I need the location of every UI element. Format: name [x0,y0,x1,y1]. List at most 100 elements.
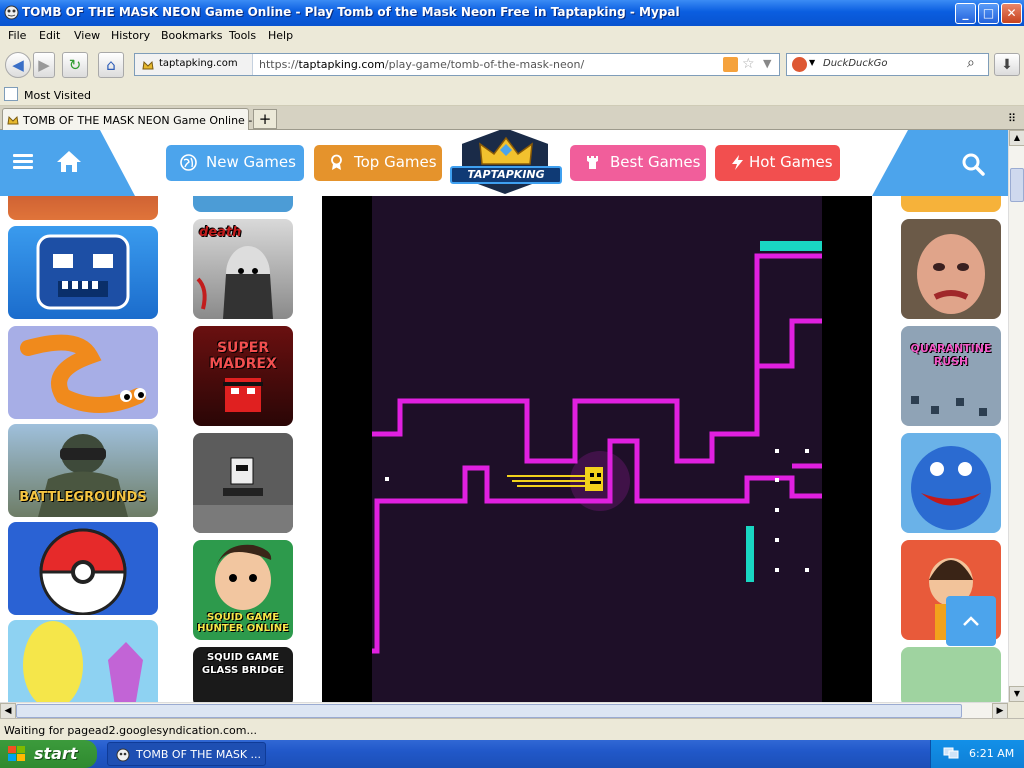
game-thumb-temple-run[interactable] [8,226,158,319]
logo-text: TAPTAPKING [450,166,562,184]
game-thumb-robot-block[interactable] [193,433,293,533]
status-bar: Waiting for pagead2.googlesyndication.co… [0,718,1024,740]
system-tray: 6:21 AM [930,740,1024,768]
game-thumb-right-5[interactable] [901,647,1001,702]
menu-help[interactable]: Help [268,29,293,42]
tower-icon [587,156,598,169]
pokeball-art [39,528,127,615]
horizontal-scroll-thumb[interactable] [16,704,962,718]
scroll-left-icon[interactable]: ◀ [0,703,16,719]
url-dropdown-icon[interactable]: ▼ [763,57,771,70]
forward-button[interactable]: ▶ [33,52,55,78]
game-thumb-pokeball[interactable] [8,522,158,615]
downloads-button[interactable]: ⬇ [994,53,1020,76]
game-thumb-scary-face[interactable] [901,219,1001,319]
header-right-wing [872,130,1008,196]
reload-icon: ↻ [68,56,82,74]
status-text: Waiting for pagead2.googlesyndication.co… [4,724,257,737]
mypal-app-icon [4,5,19,20]
bookmark-most-visited[interactable]: Most Visited [24,89,91,102]
tomb-maze-art [372,241,822,654]
game-thumb-snake[interactable] [8,326,158,419]
chevron-up-icon [963,616,979,626]
game-thumb-left-0[interactable] [8,196,158,220]
best-games-button[interactable]: Best Games [570,145,706,181]
back-button[interactable]: ◀ [5,52,31,78]
clock[interactable]: 6:21 AM [969,747,1014,760]
game-thumb-super-madrex[interactable]: SUPER MADREX [193,326,293,426]
title-bar: TOMB OF THE MASK NEON Game Online - Play… [0,0,1024,26]
robot-block-art [193,457,293,533]
tab-favicon-icon [7,115,19,125]
hot-games-button[interactable]: Hot Games [715,145,840,181]
taskbar-item-browser[interactable]: TOMB OF THE MASK ... [107,742,266,766]
game-frame[interactable] [322,196,872,702]
home-icon[interactable] [56,149,82,173]
vertical-scrollbar[interactable]: ▲ ▼ [1008,130,1024,702]
start-button[interactable]: start [0,740,97,768]
engine-dropdown-icon[interactable]: ▼ [809,58,815,67]
scroll-down-icon[interactable]: ▼ [1009,686,1024,702]
vertical-scroll-thumb[interactable] [1010,168,1024,202]
thumb-title-battlegrounds: BATTLEGROUNDS [19,490,147,505]
close-button[interactable]: ✕ [1001,3,1022,24]
home-icon: ⌂ [106,56,116,74]
game-thumb-right-0[interactable] [901,196,1001,212]
url-text[interactable]: https://taptapking.com/play-game/tomb-of… [259,58,584,71]
browser-window: TOMB OF THE MASK NEON Game Online - Play… [0,0,1024,768]
taskbar-item-label: TOMB OF THE MASK ... [136,748,262,761]
site-header: New Games Top Games TAPTAPKING Best Game… [0,130,1008,196]
huggy-monster-art [911,446,991,530]
top-games-button[interactable]: Top Games [314,145,442,181]
tab-strip: TOMB OF THE MASK NEON Game Online - Pl..… [0,106,1024,130]
site-identity-button[interactable]: taptapking.com [135,54,253,75]
start-label: start [34,744,78,763]
game-thumb-mid-0[interactable] [193,196,293,212]
top-games-label: Top Games [354,153,437,171]
windows-flag-icon [8,746,25,761]
scroll-to-top-button[interactable] [946,596,996,646]
duckduckgo-engine-icon[interactable] [792,57,807,72]
game-thumb-squid-game-glass[interactable]: SQUID GAME GLASS BRIDGE [193,647,293,702]
lightning-icon [732,155,743,170]
scroll-up-icon[interactable]: ▲ [1009,130,1024,146]
scroll-right-icon[interactable]: ▶ [992,703,1008,719]
menu-edit[interactable]: Edit [39,29,60,42]
menu-history[interactable]: History [111,29,150,42]
game-canvas[interactable] [372,196,822,702]
address-bar[interactable]: taptapking.com https://taptapking.com/pl… [134,53,780,76]
search-icon[interactable]: ⌕ [967,55,975,71]
game-thumb-rainbow-friends[interactable] [8,620,158,702]
menu-tools[interactable]: Tools [229,29,256,42]
menu-bar: File Edit View History Bookmarks Tools H… [0,26,1024,46]
hot-games-label: Hot Games [749,153,833,171]
reload-button[interactable]: ↻ [62,52,88,78]
menu-file[interactable]: File [8,29,26,42]
horizontal-scrollbar[interactable]: ◀ ▶ [0,702,1008,719]
game-thumb-quarantine-rush[interactable]: QUARANTINE RUSH [901,326,1001,426]
middle-game-column: death SUPER MADREX SQUID GAME HUNTER ONL… [168,196,318,702]
back-arrow-icon: ◀ [12,56,24,74]
bookmark-star-icon[interactable]: ☆ [742,56,755,72]
minimize-button[interactable]: _ [955,3,976,24]
tab-list-menu-icon[interactable]: ⠿ [1008,112,1016,125]
game-thumb-huggy[interactable] [901,433,1001,533]
home-button[interactable]: ⌂ [98,52,124,78]
game-thumb-battlegrounds[interactable]: BATTLEGROUNDS [8,424,158,517]
new-games-button[interactable]: New Games [166,145,304,181]
rss-feed-icon[interactable] [723,57,738,72]
game-thumb-squid-game-hunter[interactable]: SQUID GAME HUNTER ONLINE [193,540,293,640]
hamburger-menu-icon[interactable] [13,154,33,170]
globe-icon [180,154,197,171]
menu-bookmarks[interactable]: Bookmarks [161,29,222,42]
search-icon[interactable] [961,152,985,176]
game-thumb-death[interactable]: death [193,219,293,319]
maximize-button[interactable]: □ [978,3,999,24]
taptapking-logo[interactable]: TAPTAPKING [450,130,562,194]
most-visited-folder-icon [4,87,18,101]
new-tab-button[interactable]: + [253,109,277,129]
tab-active[interactable]: TOMB OF THE MASK NEON Game Online - Pl..… [2,108,276,130]
network-icon[interactable] [943,746,959,760]
menu-view[interactable]: View [74,29,100,42]
search-bar[interactable]: ▼ DuckDuckGo ⌕ [786,53,989,76]
